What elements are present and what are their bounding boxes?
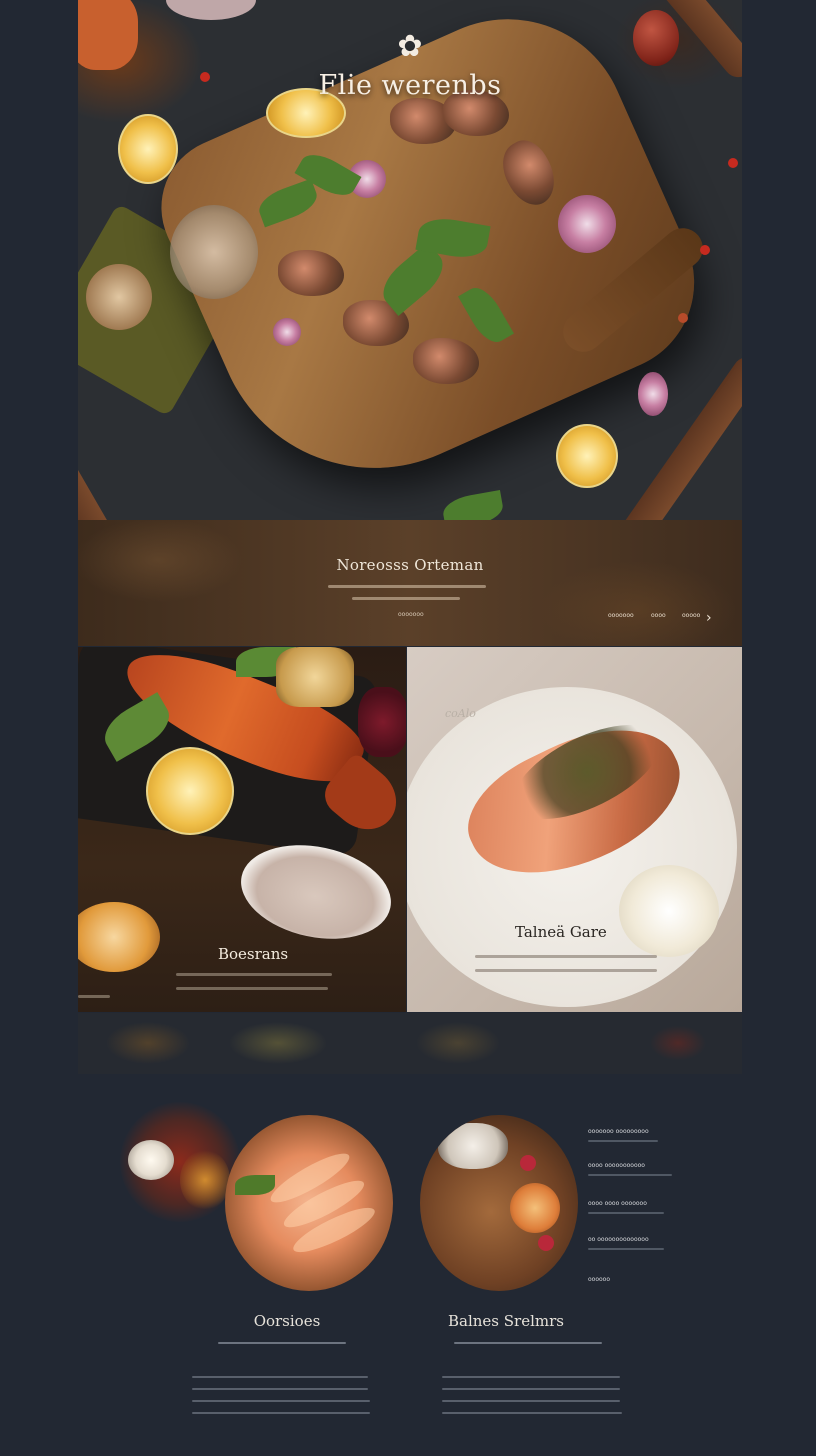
column-title: Oorsioes — [253, 1312, 321, 1330]
cheese-chunk — [276, 647, 354, 707]
sidebar-item-text — [588, 1140, 658, 1142]
hero-wood-stick — [617, 351, 742, 520]
plate-logo: coAlo — [445, 707, 476, 720]
lemon-slice — [556, 424, 618, 488]
banner-nav-link[interactable]: ooooo — [682, 612, 700, 619]
card-text-line — [475, 969, 657, 972]
column-text-line — [192, 1400, 370, 1402]
card-text-line — [176, 973, 332, 976]
red-onion — [558, 195, 616, 253]
sidebar-item-title: ooooooo ooooooooo — [588, 1128, 649, 1135]
citrus-garnish — [510, 1183, 560, 1233]
red-onion — [273, 318, 301, 346]
hero-section: ✿ Flie werenbs — [78, 0, 742, 520]
lemon-slice — [146, 747, 234, 835]
column-text-line — [442, 1376, 620, 1378]
column-subtitle — [218, 1342, 346, 1344]
dip-cup — [128, 1140, 174, 1180]
card-text-line — [475, 955, 657, 958]
hero-title: Flie werenbs — [318, 70, 502, 101]
banner-nav-link[interactable]: ooooooo — [608, 612, 634, 619]
board-dish-circle[interactable] — [420, 1115, 578, 1291]
rice-bowl — [438, 1123, 508, 1169]
berry — [520, 1155, 536, 1171]
herb-leaf — [235, 1175, 275, 1195]
sidebar-item[interactable]: oo oooooooooooooo — [588, 1236, 664, 1250]
column-text-line — [192, 1388, 368, 1390]
citrus-half — [78, 902, 160, 972]
lower-section: ooooooo ooooooooo oooo ooooooooooo oooo … — [0, 1080, 816, 1456]
spice-sprinkle — [180, 1150, 230, 1210]
column-text-line — [192, 1412, 370, 1414]
column-subtitle — [454, 1342, 602, 1344]
logo-icon: ✿ — [397, 29, 423, 64]
banner-text-line — [328, 585, 486, 588]
banner-pager[interactable]: ooooooo — [398, 611, 424, 618]
pepper-dot — [678, 313, 688, 323]
sidebar-more-link[interactable]: oooooo — [588, 1276, 610, 1283]
sidebar-item-text — [588, 1248, 664, 1250]
side-bowl — [232, 832, 400, 952]
fish-cake — [86, 264, 152, 330]
promo-banner: Noreosss Orteman ooooooo ooooooo oooo oo… — [78, 520, 742, 646]
card-title: Boesrans — [218, 945, 289, 963]
red-onion — [638, 372, 668, 416]
sidebar-item-text — [588, 1212, 664, 1214]
column-text-line — [442, 1388, 620, 1390]
next-arrow-icon[interactable]: › — [706, 610, 712, 626]
grape-cluster — [358, 687, 406, 757]
berry — [538, 1235, 554, 1251]
feature-card-right[interactable]: coAlo Talneä Gare — [407, 647, 742, 1012]
salmon-dish-circle[interactable] — [225, 1115, 393, 1291]
sidebar-item-title: oo oooooooooooooo — [588, 1236, 649, 1243]
sidebar-item-title: oooo ooooooooooo — [588, 1162, 645, 1169]
hero-wood-stick — [78, 405, 141, 520]
sidebar-item[interactable]: oooo ooooooooooo — [588, 1162, 672, 1176]
column-title: Balnes Srelmrs — [448, 1312, 564, 1330]
pepper-dot — [700, 245, 710, 255]
feature-card-left[interactable]: Boesrans — [78, 647, 406, 1012]
hero-bowl-image — [166, 0, 256, 20]
column-text-line — [192, 1376, 368, 1378]
sidebar-item[interactable]: ooooooo ooooooooo — [588, 1128, 658, 1142]
sidebar-item-text — [588, 1174, 672, 1176]
card-title: Talneä Gare — [515, 923, 607, 941]
sidebar-item-title: oooo oooo ooooooo — [588, 1200, 647, 1207]
onion-garnish — [619, 865, 719, 957]
column-text-line — [442, 1400, 620, 1402]
sidebar-item[interactable]: oooo oooo ooooooo — [588, 1200, 664, 1214]
card-text-line — [78, 995, 110, 998]
pepper-dot — [728, 158, 738, 168]
banner-nav-link[interactable]: oooo — [651, 612, 666, 619]
image-strip — [78, 1013, 742, 1074]
glass-bowl — [170, 205, 258, 299]
lemon-slice — [118, 114, 178, 184]
herb-leaf — [440, 490, 506, 520]
card-text-line — [176, 987, 328, 990]
banner-title: Noreosss Orteman — [336, 556, 484, 574]
column-text-line — [442, 1412, 622, 1414]
banner-text-line — [352, 597, 460, 600]
